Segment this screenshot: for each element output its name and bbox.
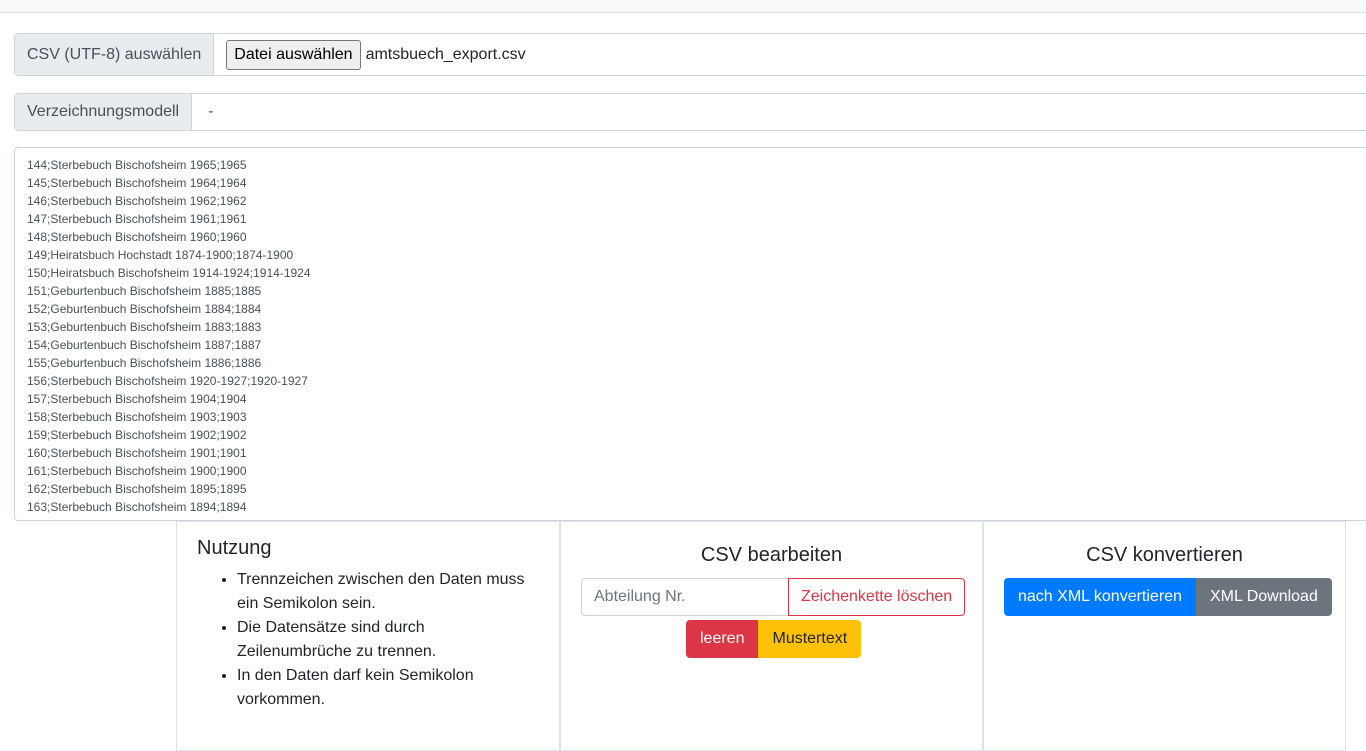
- csv-textarea[interactable]: 144;Sterbebuch Bischofsheim 1965;1965 145…: [14, 147, 1366, 521]
- csv-line: 147;Sterbebuch Bischofsheim 1961;1961: [27, 212, 247, 226]
- empty-button[interactable]: leeren: [686, 620, 759, 658]
- top-bar: [0, 0, 1366, 13]
- csv-line: 160;Sterbebuch Bischofsheim 1901;1901: [27, 446, 247, 460]
- csv-line: 155;Geburtenbuch Bischofsheim 1886;1886: [27, 356, 262, 370]
- csv-upload-label: CSV (UTF-8) auswählen: [15, 34, 215, 75]
- csv-line: 144;Sterbebuch Bischofsheim 1965;1965: [27, 158, 247, 172]
- csv-line: 154;Geburtenbuch Bischofsheim 1887;1887: [27, 338, 262, 352]
- usage-list: Trennzeichen zwischen den Daten muss ein…: [197, 568, 539, 712]
- csv-line: 156;Sterbebuch Bischofsheim 1920-1927;19…: [27, 374, 308, 388]
- model-select-group: Verzeichnungsmodell -: [14, 93, 1366, 131]
- csv-edit-card: CSV bearbeiten Abteilung Nr. Zeichenkett…: [560, 521, 983, 751]
- csv-line: 158;Sterbebuch Bischofsheim 1903;1903: [27, 410, 247, 424]
- csv-line: 148;Sterbebuch Bischofsheim 1960;1960: [27, 230, 247, 244]
- usage-card: Nutzung Trennzeichen zwischen den Daten …: [176, 521, 560, 751]
- convert-to-xml-button[interactable]: nach XML konvertieren: [1004, 578, 1196, 616]
- csv-line: 145;Sterbebuch Bischofsheim 1964;1964: [27, 176, 247, 190]
- convert-button-group: nach XML konvertieren XML Download: [1004, 578, 1332, 616]
- csv-line: 151;Geburtenbuch Bischofsheim 1885;1885: [27, 284, 262, 298]
- csv-line: 161;Sterbebuch Bischofsheim 1900;1900: [27, 464, 247, 478]
- csv-line: 150;Heiratsbuch Bischofsheim 1914-1924;1…: [27, 266, 311, 280]
- csv-line: 157;Sterbebuch Bischofsheim 1904;1904: [27, 392, 247, 406]
- csv-edit-title: CSV bearbeiten: [700, 544, 843, 566]
- csv-line: 153;Geburtenbuch Bischofsheim 1883;1883: [27, 320, 262, 334]
- department-number-input[interactable]: Abteilung Nr.: [581, 578, 788, 616]
- usage-item: In den Daten darf kein Semikolon vorkomm…: [237, 664, 539, 712]
- clear-string-button[interactable]: Zeichenkette löschen: [788, 578, 966, 616]
- csv-upload-group: CSV (UTF-8) auswählen Datei auswählen am…: [14, 33, 1366, 76]
- file-input[interactable]: Datei auswählen amtsbuech_export.csv: [214, 34, 526, 75]
- csv-convert-title: CSV konvertieren: [1086, 544, 1243, 566]
- usage-item: Trennzeichen zwischen den Daten muss ein…: [237, 568, 539, 616]
- csv-line: 162;Sterbebuch Bischofsheim 1895;1895: [27, 482, 247, 496]
- csv-line: 163;Sterbebuch Bischofsheim 1894;1894: [27, 500, 247, 514]
- csv-line: 146;Sterbebuch Bischofsheim 1962;1962: [27, 194, 247, 208]
- csv-convert-card: CSV konvertieren nach XML konvertieren X…: [983, 521, 1346, 751]
- xml-download-button[interactable]: XML Download: [1195, 578, 1332, 616]
- csv-line: 149;Heiratsbuch Hochstadt 1874-1900;1874…: [27, 248, 294, 262]
- model-label: Verzeichnungsmodell: [15, 94, 193, 130]
- edit-input-group: Abteilung Nr. Zeichenkette löschen: [581, 578, 966, 616]
- sample-text-button[interactable]: Mustertext: [758, 620, 862, 658]
- usage-item: Die Datensätze sind durch Zeilenumbrüche…: [237, 616, 539, 664]
- choose-file-button[interactable]: Datei auswählen: [226, 39, 361, 70]
- csv-line: 159;Sterbebuch Bischofsheim 1902;1902: [27, 428, 247, 442]
- selected-file-name: amtsbuech_export.csv: [365, 45, 526, 63]
- model-select[interactable]: -: [192, 94, 213, 130]
- edit-button-group: leeren Mustertext: [686, 620, 862, 658]
- csv-line: 152;Geburtenbuch Bischofsheim 1884;1884: [27, 302, 262, 316]
- usage-title: Nutzung: [197, 537, 272, 559]
